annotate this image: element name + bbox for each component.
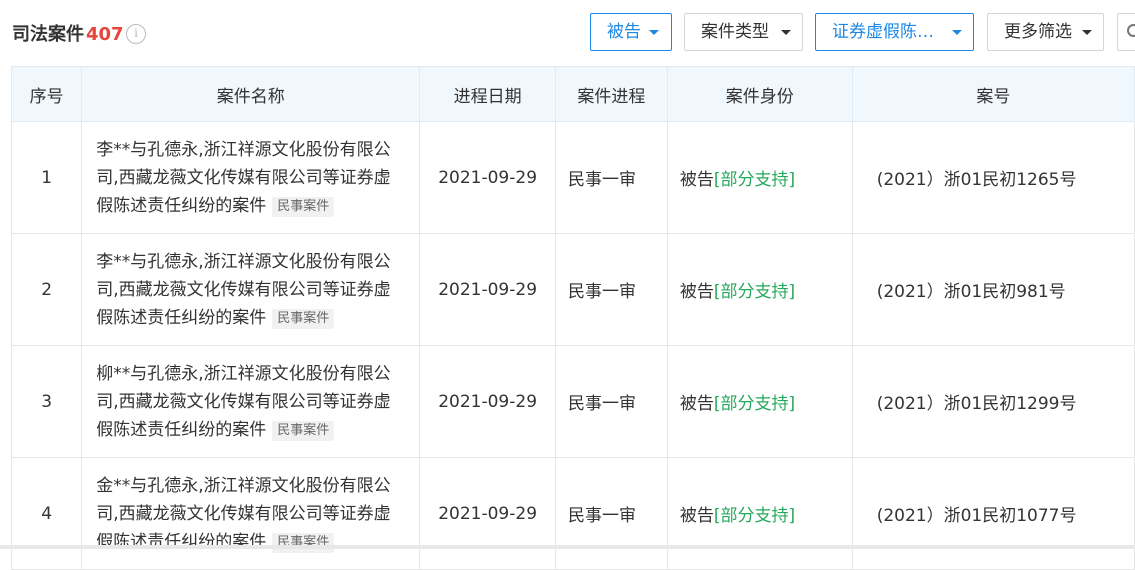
caret-down-icon xyxy=(649,30,659,35)
cause-filter-label: 证券虚假陈… xyxy=(832,22,934,42)
case-role-cell: 被告[部分支持] xyxy=(666,121,853,234)
caret-down-icon xyxy=(952,30,962,35)
column-header-case-no: 案号 xyxy=(851,66,1135,122)
row-number: 2 xyxy=(10,233,83,346)
case-role: 被告 xyxy=(679,394,714,414)
process-date: 2021-09-29 xyxy=(419,345,556,458)
case-role: 被告 xyxy=(679,282,714,302)
section-title-label: 司法案件 xyxy=(12,24,84,45)
column-header-no: 序号 xyxy=(10,66,83,122)
case-type-tag: 民事案件 xyxy=(272,308,335,329)
caret-down-icon xyxy=(1082,30,1092,35)
section-title: 司法案件 407 xyxy=(12,20,124,46)
column-header-role: 案件身份 xyxy=(666,66,853,122)
case-type-filter-label: 案件类型 xyxy=(701,22,769,42)
case-number-link[interactable]: (2021）浙01民初1265号 xyxy=(851,121,1135,234)
row-number: 1 xyxy=(10,121,83,234)
case-number-link[interactable]: (2021）浙01民初1077号 xyxy=(851,457,1135,570)
case-role-cell: 被告[部分支持] xyxy=(666,457,853,570)
more-filters-dropdown[interactable]: 更多筛选 xyxy=(987,13,1104,51)
search-button[interactable] xyxy=(1117,13,1135,51)
judgment-result: [部分支持] xyxy=(713,170,796,190)
row-number: 3 xyxy=(10,345,83,458)
table-row: 2 李**与孔德永,浙江祥源文化股份有限公司,西藏龙薇文化传媒有限公司等证券虚假… xyxy=(10,233,1135,346)
judgment-result: [部分支持] xyxy=(713,394,796,414)
judicial-cases-toolbar: 司法案件 407 i 被告 案件类型 证券虚假陈… 更多筛选 xyxy=(0,0,1135,66)
row-number: 4 xyxy=(10,457,83,570)
process-date: 2021-09-29 xyxy=(419,121,556,234)
case-type-tag: 民事案件 xyxy=(272,196,335,217)
table-row: 4 金**与孔德永,浙江祥源文化股份有限公司,西藏龙薇文化传媒有限公司等证券虚假… xyxy=(10,457,1135,570)
case-number-link[interactable]: (2021）浙01民初981号 xyxy=(851,233,1135,346)
process-date: 2021-09-29 xyxy=(419,457,556,570)
cause-filter-dropdown[interactable]: 证券虚假陈… xyxy=(815,13,974,51)
case-progress: 民事一审 xyxy=(555,457,668,570)
role-filter-label: 被告 xyxy=(607,22,641,42)
case-name[interactable]: 金**与孔德永,浙江祥源文化股份有限公司,西藏龙薇文化传媒有限公司等证券虚假陈述… xyxy=(96,476,390,552)
column-header-progress: 案件进程 xyxy=(555,66,668,122)
case-name-cell: 李**与孔德永,浙江祥源文化股份有限公司,西藏龙薇文化传媒有限公司等证券虚假陈述… xyxy=(81,121,421,234)
case-count: 407 xyxy=(86,24,124,45)
case-progress: 民事一审 xyxy=(555,345,668,458)
search-icon xyxy=(1127,24,1135,37)
table-row: 3 柳**与孔德永,浙江祥源文化股份有限公司,西藏龙薇文化传媒有限公司等证券虚假… xyxy=(10,345,1135,458)
bottom-divider xyxy=(0,545,1135,549)
case-number-link[interactable]: (2021）浙01民初1299号 xyxy=(851,345,1135,458)
more-filters-label: 更多筛选 xyxy=(1004,22,1072,42)
table-row: 1 李**与孔德永,浙江祥源文化股份有限公司,西藏龙薇文化传媒有限公司等证券虚假… xyxy=(10,121,1135,234)
info-circle-icon[interactable]: i xyxy=(126,24,146,44)
case-type-tag: 民事案件 xyxy=(272,420,335,441)
case-type-filter-dropdown[interactable]: 案件类型 xyxy=(684,13,803,51)
case-role: 被告 xyxy=(679,506,714,526)
case-type-tag: 民事案件 xyxy=(272,532,335,553)
case-name-cell: 柳**与孔德永,浙江祥源文化股份有限公司,西藏龙薇文化传媒有限公司等证券虚假陈述… xyxy=(81,345,421,458)
judgment-result: [部分支持] xyxy=(713,282,796,302)
case-name-cell: 李**与孔德永,浙江祥源文化股份有限公司,西藏龙薇文化传媒有限公司等证券虚假陈述… xyxy=(81,233,421,346)
case-name[interactable]: 李**与孔德永,浙江祥源文化股份有限公司,西藏龙薇文化传媒有限公司等证券虚假陈述… xyxy=(96,140,390,216)
case-name-cell: 金**与孔德永,浙江祥源文化股份有限公司,西藏龙薇文化传媒有限公司等证券虚假陈述… xyxy=(81,457,421,570)
caret-down-icon xyxy=(781,30,791,35)
case-role-cell: 被告[部分支持] xyxy=(666,345,853,458)
column-header-date: 进程日期 xyxy=(419,66,556,122)
judgment-result: [部分支持] xyxy=(713,506,796,526)
case-role-cell: 被告[部分支持] xyxy=(666,233,853,346)
case-progress: 民事一审 xyxy=(555,121,668,234)
case-role: 被告 xyxy=(679,170,714,190)
role-filter-dropdown[interactable]: 被告 xyxy=(590,13,672,51)
case-name[interactable]: 李**与孔德永,浙江祥源文化股份有限公司,西藏龙薇文化传媒有限公司等证券虚假陈述… xyxy=(96,252,390,328)
table-header-row: 序号 案件名称 进程日期 案件进程 案件身份 案号 xyxy=(10,66,1135,122)
case-name[interactable]: 柳**与孔德永,浙江祥源文化股份有限公司,西藏龙薇文化传媒有限公司等证券虚假陈述… xyxy=(96,364,390,440)
column-header-name: 案件名称 xyxy=(81,66,421,122)
case-progress: 民事一审 xyxy=(555,233,668,346)
process-date: 2021-09-29 xyxy=(419,233,556,346)
cases-table: 序号 案件名称 进程日期 案件进程 案件身份 案号 1 李**与孔德永,浙江祥源… xyxy=(10,66,1135,570)
